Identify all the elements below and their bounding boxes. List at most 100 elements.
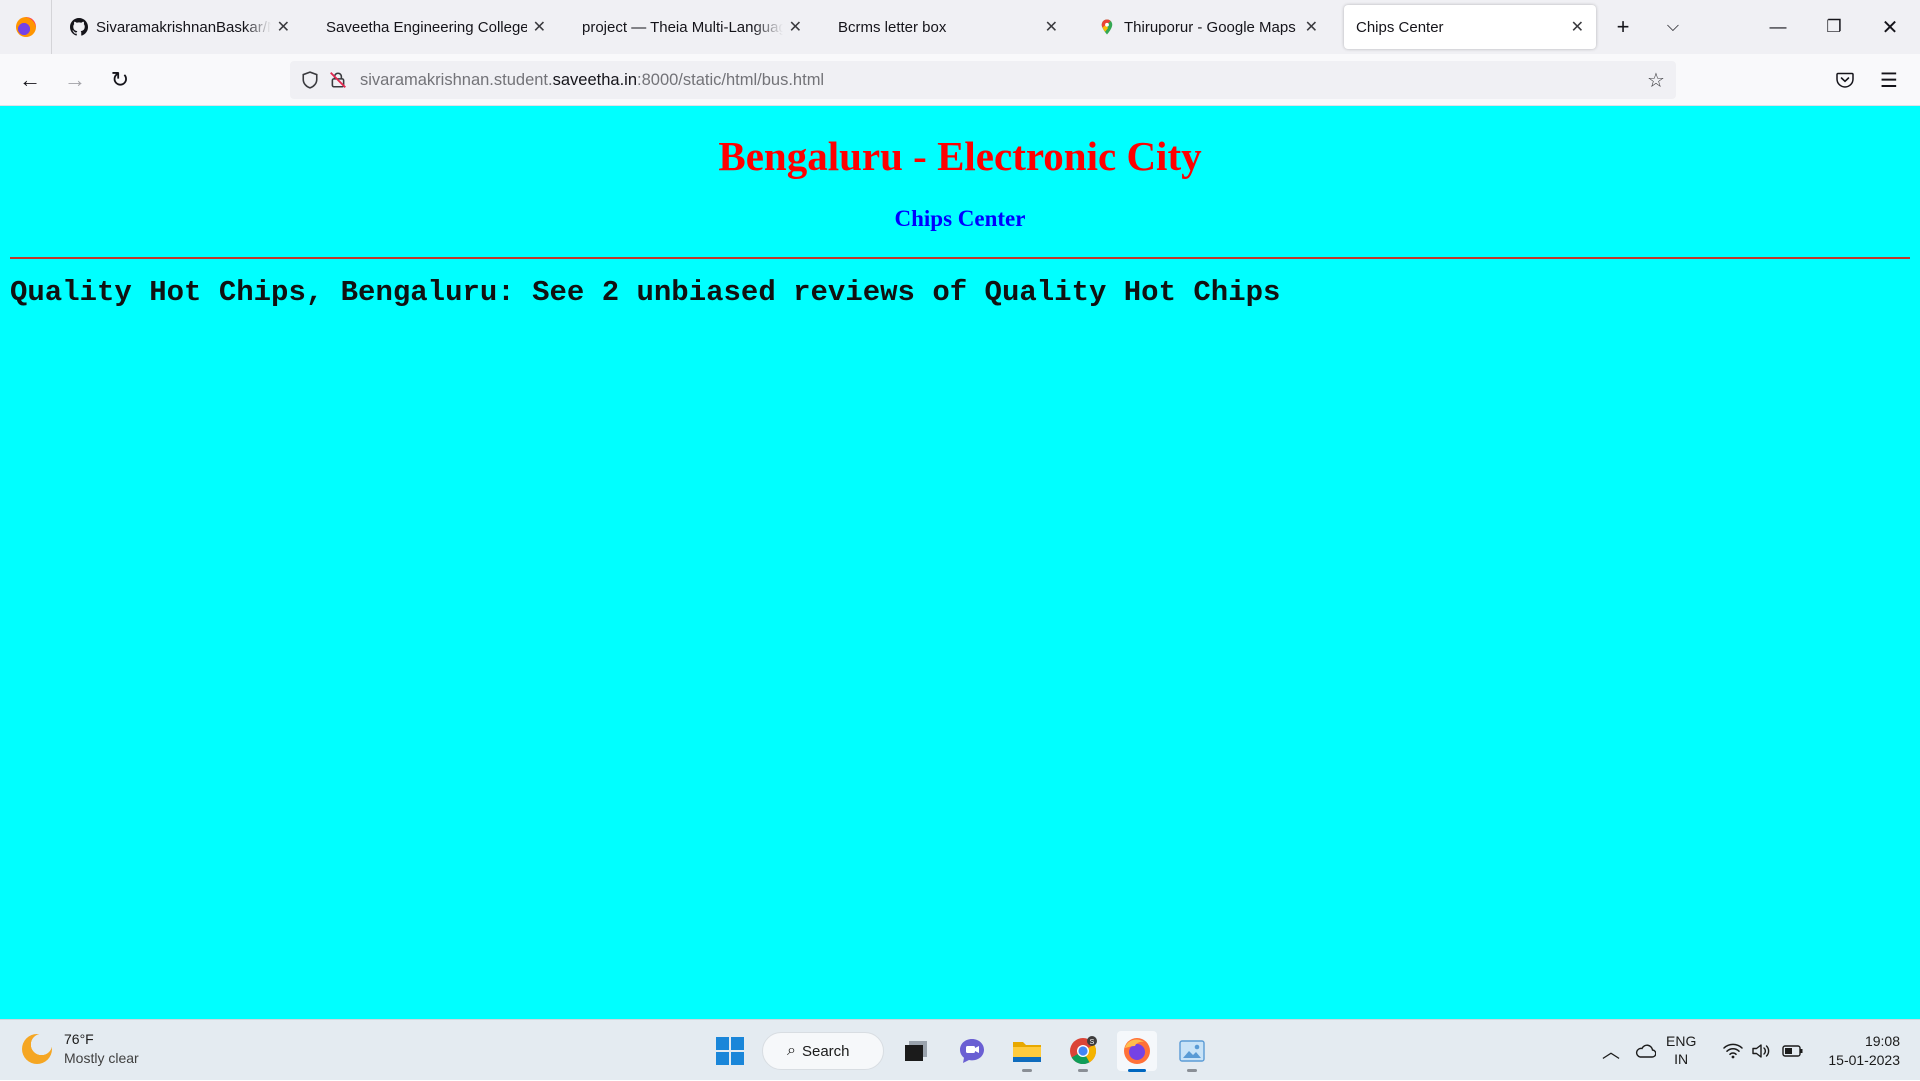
battery-button[interactable] [1782,1020,1804,1081]
search-icon: ⌕ [787,1042,796,1059]
clock-time: 19:08 [1864,1033,1900,1049]
close-icon[interactable]: ✕ [789,17,802,37]
back-button[interactable]: ← [15,65,45,95]
shield-icon[interactable] [296,66,324,94]
show-hidden-icons-button[interactable]: ︿ [1602,1020,1620,1081]
task-view-icon [905,1041,927,1061]
tab-bcrms[interactable]: Bcrms letter box ✕ [826,5,1070,49]
weather-description: Mostly clear [64,1050,139,1066]
cloud-icon [1635,1044,1656,1058]
close-icon[interactable]: ✕ [1305,17,1318,37]
start-button[interactable] [710,1031,750,1071]
battery-icon [1782,1044,1803,1057]
firefox-view-button[interactable] [0,0,52,54]
url-text[interactable]: sivaramakrishnan.student.saveetha.in:800… [360,71,824,90]
language-indicator[interactable]: ENG IN [1666,1032,1696,1068]
url-bar[interactable]: sivaramakrishnan.student.saveetha.in:800… [290,61,1676,99]
running-indicator [1187,1069,1197,1072]
running-indicator [1128,1069,1146,1072]
tab-title: Thiruporur - Google Maps [1124,18,1296,36]
url-prefix: sivaramakrishnan.student. [360,70,553,89]
close-window-button[interactable]: ✕ [1863,0,1917,54]
pocket-icon [1836,72,1854,88]
moon-icon [22,1034,52,1064]
firefox-icon [1124,1038,1150,1064]
arrow-right-icon: → [64,67,86,92]
chrome-button[interactable]: S [1063,1031,1103,1072]
tab-theia[interactable]: project — Theia Multi-Language ✕ [570,5,814,49]
wifi-icon [1723,1043,1743,1058]
weather-widget[interactable]: 76°F Mostly clear [22,1030,139,1068]
weather-temperature: 76°F [64,1031,94,1047]
page-body-text: Quality Hot Chips, Bengaluru: See 2 unbi… [10,276,1281,309]
teams-chat-icon [960,1039,984,1063]
restore-button[interactable]: ❐ [1807,0,1861,54]
clock[interactable]: 19:08 15-01-2023 [1812,1032,1900,1070]
taskbar: 76°F Mostly clear ⌕ Search S ︿ ENG IN 19… [0,1019,1920,1080]
task-view-button[interactable] [896,1031,936,1071]
firefox-taskbar-button[interactable] [1117,1031,1157,1072]
running-indicator [1022,1069,1032,1072]
chevron-down-icon: ⌵ [1666,18,1680,35]
tab-google-maps[interactable]: Thiruporur - Google Maps ✕ [1086,5,1330,49]
tab-chips-center[interactable]: Chips Center ✕ [1344,5,1596,49]
close-icon[interactable]: ✕ [533,17,546,37]
tab-title: Saveetha Engineering College [326,18,527,36]
file-explorer-icon [1013,1042,1041,1062]
network-button[interactable] [1723,1020,1743,1081]
page-heading: Bengaluru - Electronic City [718,133,1202,179]
bookmark-star-icon[interactable]: ☆ [1642,66,1670,94]
url-suffix: :8000/static/html/bus.html [637,70,825,89]
chrome-icon: S [1070,1036,1097,1065]
pocket-button[interactable] [1830,65,1860,95]
reload-button[interactable]: ↻ [105,65,135,95]
tab-github[interactable]: SivaramakrishnanBaskar/Ne ✕ [58,5,302,49]
running-indicator [1078,1069,1088,1072]
close-icon: ✕ [1881,16,1899,39]
list-all-tabs-button[interactable]: ⌵ [1658,12,1688,42]
tab-title: Bcrms letter box [838,18,947,36]
divider [10,257,1910,259]
firefox-icon [15,17,36,37]
tab-saveetha[interactable]: Saveetha Engineering College ✕ [314,5,558,49]
insecure-lock-icon[interactable] [324,66,352,94]
teams-chat-button[interactable] [952,1031,992,1071]
google-maps-icon [1101,19,1113,35]
plus-icon: + [1616,14,1630,39]
volume-button[interactable] [1751,1020,1771,1081]
close-icon[interactable]: ✕ [1045,17,1058,37]
restore-icon: ❐ [1826,17,1842,36]
reload-icon: ↻ [110,67,130,92]
language-code: ENG [1666,1033,1697,1049]
clock-date: 15-01-2023 [1828,1052,1900,1068]
navigation-toolbar: ← → ↻ sivaramakrishnan.student.saveetha.… [0,54,1920,106]
minimize-icon: — [1769,17,1787,36]
region-code: IN [1674,1051,1689,1067]
photos-button[interactable] [1172,1031,1212,1072]
tab-title: Chips Center [1356,18,1444,36]
forward-button[interactable]: → [60,65,90,95]
arrow-left-icon: ← [19,67,41,92]
app-menu-button[interactable]: ☰ [1874,65,1904,95]
chevron-up-icon: ︿ [1602,1041,1620,1062]
hamburger-menu-icon: ☰ [1880,69,1898,92]
minimize-button[interactable]: — [1751,0,1805,54]
svg-text:S: S [1090,1039,1095,1046]
photos-icon [1179,1040,1205,1062]
github-icon [70,18,88,36]
search-label: Search [801,1042,850,1060]
close-icon[interactable]: ✕ [277,17,290,37]
windows-start-icon [716,1037,744,1065]
url-domain: saveetha.in [552,70,638,89]
taskbar-search[interactable]: ⌕ Search [762,1032,884,1070]
tab-title: project — Theia Multi-Language [582,18,783,36]
onedrive-button[interactable] [1634,1020,1656,1081]
tab-strip: SivaramakrishnanBaskar/Ne ✕ Saveetha Eng… [0,0,1920,54]
file-explorer-button[interactable] [1007,1031,1047,1072]
page-subheading: Chips Center [894,206,1026,231]
new-tab-button[interactable]: + [1608,12,1638,42]
tab-title: SivaramakrishnanBaskar/Ne [96,18,271,36]
page-content: Bengaluru - Electronic City Chips Center… [0,106,1920,1019]
close-icon[interactable]: ✕ [1571,17,1584,37]
speaker-icon [1752,1043,1770,1058]
